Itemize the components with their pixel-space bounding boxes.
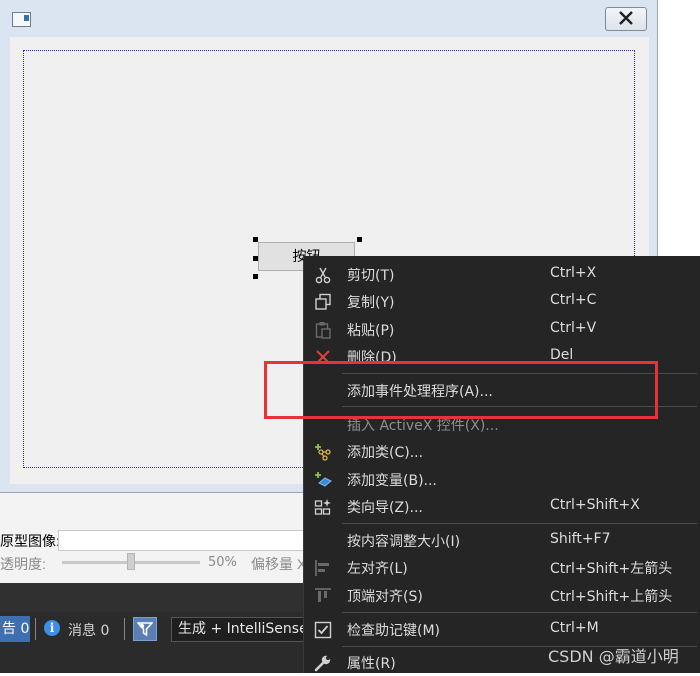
menu-item-paste[interactable]: 粘贴(P) Ctrl+V xyxy=(304,316,700,343)
proto-image-label: 原型图像: xyxy=(0,533,60,549)
menu-item-shortcut: Ctrl+V xyxy=(550,320,597,336)
info-icon: i xyxy=(44,620,60,636)
scissors-icon xyxy=(315,267,331,284)
context-menu: 剪切(T) Ctrl+X 复制(Y) Ctrl+C 粘贴(P) Ctrl+V 删… xyxy=(304,256,700,673)
warnings-filter[interactable]: 告 0 xyxy=(0,616,30,642)
align-left-icon xyxy=(315,560,329,576)
close-button[interactable] xyxy=(605,7,647,31)
copy-icon xyxy=(315,293,331,310)
check-mnemonic-icon xyxy=(314,621,332,639)
wrench-icon xyxy=(314,655,331,672)
align-top-icon xyxy=(315,588,331,602)
filter-button[interactable] xyxy=(133,617,157,641)
window-icon xyxy=(12,12,31,27)
menu-item-size-to-content[interactable]: 按内容调整大小(I) Shift+F7 xyxy=(304,527,700,554)
messages-filter[interactable]: 消息 0 xyxy=(68,620,109,640)
menu-item-add-variable[interactable]: 添加变量(B)... xyxy=(304,466,700,493)
proto-image-input[interactable] xyxy=(58,530,320,551)
highlight-annotation xyxy=(264,361,658,419)
menu-item-class-wizard[interactable]: 类向导(Z)... Ctrl+Shift+X xyxy=(304,493,700,520)
menu-item-shortcut: Ctrl+M xyxy=(550,620,599,636)
menu-item-shortcut: Ctrl+C xyxy=(550,292,597,308)
menu-item-shortcut: Ctrl+Shift+X xyxy=(550,497,640,513)
resize-handle-tl[interactable] xyxy=(253,237,258,242)
offset-label: 偏移量 X xyxy=(251,556,307,572)
menu-item-label: 左对齐(L) xyxy=(347,561,408,577)
filter-icon xyxy=(137,622,153,637)
menu-item-align-top[interactable]: 顶端对齐(S) Ctrl+Shift+上箭头 xyxy=(304,582,700,609)
resize-handle-bl[interactable] xyxy=(253,274,258,279)
build-scope-select[interactable]: 生成 + IntelliSense xyxy=(171,617,311,642)
menu-item-label: 剪切(T) xyxy=(347,268,395,284)
menu-item-shortcut: Ctrl+Shift+左箭头 xyxy=(550,561,673,577)
menu-item-label: 检查助记键(M) xyxy=(347,623,441,639)
transparency-value: 50% xyxy=(208,555,237,570)
menu-item-cut[interactable]: 剪切(T) Ctrl+X xyxy=(304,261,700,288)
menu-separator xyxy=(342,523,697,524)
transparency-label: 透明度: xyxy=(0,556,46,572)
menu-item-label: 添加变量(B)... xyxy=(347,473,437,489)
divider xyxy=(124,618,125,640)
add-class-icon xyxy=(315,444,331,461)
menu-item-check-mnemonics[interactable]: 检查助记键(M) Ctrl+M xyxy=(304,616,700,643)
watermark: CSDN @霸道小明 xyxy=(548,647,679,666)
paste-icon xyxy=(315,322,331,339)
menu-item-label: 按内容调整大小(I) xyxy=(347,534,461,550)
menu-item-align-left[interactable]: 左对齐(L) Ctrl+Shift+左箭头 xyxy=(304,554,700,581)
menu-item-label: 属性(R) xyxy=(347,656,396,672)
menu-separator xyxy=(342,612,697,613)
menu-item-shortcut: Shift+F7 xyxy=(550,531,611,547)
class-wizard-icon xyxy=(314,499,331,515)
resize-handle-tr[interactable] xyxy=(357,237,362,242)
menu-item-label: 复制(Y) xyxy=(347,295,395,311)
menu-item-add-class[interactable]: 添加类(C)... xyxy=(304,438,700,465)
transparency-slider-thumb[interactable] xyxy=(127,553,135,570)
menu-item-label: 添加类(C)... xyxy=(347,445,424,461)
add-variable-icon xyxy=(315,472,332,487)
menu-item-label: 粘贴(P) xyxy=(347,323,395,339)
resize-handle-ml[interactable] xyxy=(253,256,258,261)
menu-item-label: 顶端对齐(S) xyxy=(347,589,423,605)
menu-item-label: 类向导(Z)... xyxy=(347,500,423,516)
menu-item-shortcut: Ctrl+X xyxy=(550,265,597,281)
menu-item-copy[interactable]: 复制(Y) Ctrl+C xyxy=(304,288,700,315)
menu-item-shortcut: Ctrl+Shift+上箭头 xyxy=(550,589,673,605)
close-icon xyxy=(619,11,633,25)
divider xyxy=(35,618,36,640)
